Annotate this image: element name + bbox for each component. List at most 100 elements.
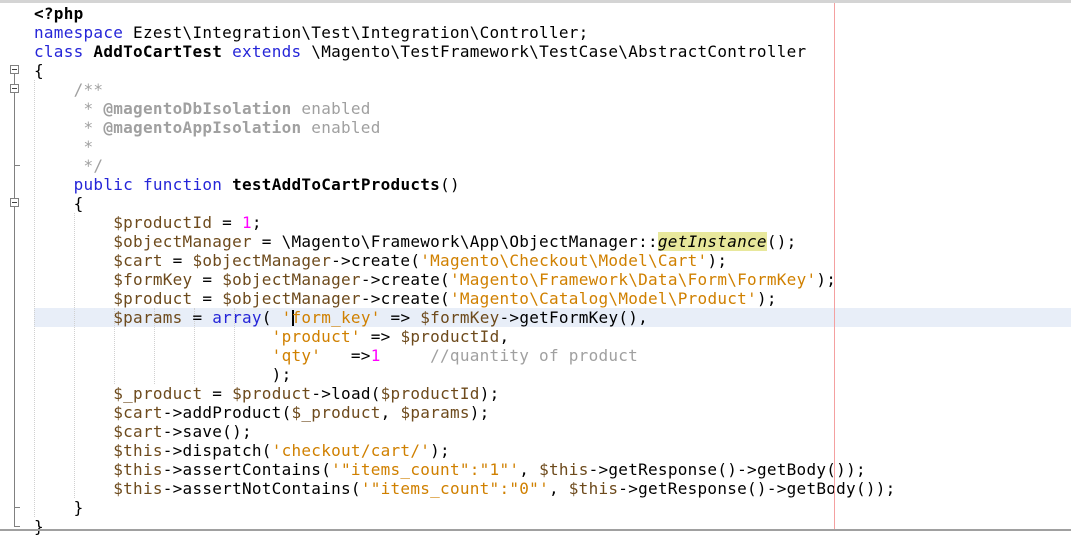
code-line[interactable]: */ [34, 156, 896, 175]
code-token-bold: testAddToCartProducts [232, 175, 441, 194]
code-token-txt: ->getResponse()->getBody()); [588, 460, 866, 479]
code-editor[interactable]: <?php namespace Ezest\Integration\Test\In… [34, 4, 896, 536]
code-line[interactable]: { [34, 61, 896, 80]
code-token-var: $productId [400, 327, 500, 346]
code-token-str: form_key' [291, 308, 381, 327]
code-token-str: '"items_count":"1"' [331, 460, 520, 479]
code-token-txt: \Magento\TestFramework\TestCase\Abstract… [301, 42, 807, 61]
fold-end-tick [14, 526, 20, 527]
code-token-kw: function [142, 175, 223, 194]
editor-top-border [0, 0, 1071, 3]
code-token-txt: ->assertNotContains( [162, 479, 361, 498]
code-token-txt: ( [261, 308, 282, 327]
code-token-var: $cart [113, 422, 163, 441]
code-token-kw: class [34, 42, 84, 61]
code-token-txt: ->create( [331, 251, 421, 270]
code-token-txt: ->getResponse()->getBody()); [618, 479, 896, 498]
code-token-txt: ); [707, 251, 728, 270]
code-token-var: $_product [113, 384, 203, 403]
code-line[interactable]: $params = array( 'form_key' => $formKey-… [34, 308, 896, 327]
code-token-var: $this [113, 441, 163, 460]
code-line[interactable]: $cart->addProduct($_product, $params); [34, 403, 896, 422]
code-token-var: $_product [291, 403, 381, 422]
code-line[interactable]: /** [34, 80, 896, 99]
code-token-var: $params [113, 308, 183, 327]
code-line[interactable]: $this->assertNotContains('"items_count":… [34, 479, 896, 498]
code-line[interactable]: $cart->save(); [34, 422, 896, 441]
code-line[interactable]: class AddToCartTest extends \Magento\Tes… [34, 42, 896, 61]
code-line[interactable]: 'qty' =>1 //quantity of product [34, 346, 896, 365]
code-line[interactable]: * @magentoDbIsolation enabled [34, 99, 896, 118]
code-token-var: $this [568, 479, 619, 498]
code-line[interactable]: namespace Ezest\Integration\Test\Integra… [34, 23, 896, 42]
code-line[interactable]: $product = $objectManager->create('Magen… [34, 289, 896, 308]
code-token-txt: ->load( [311, 384, 381, 403]
code-token-str: 'Magento\Checkout\Model\Cart' [420, 251, 708, 270]
code-line[interactable]: * @magentoAppIsolation enabled [34, 118, 896, 137]
code-line[interactable]: } [34, 498, 896, 517]
code-line[interactable]: $objectManager = \Magento\Framework\App\… [34, 232, 896, 251]
code-token-com: * [34, 118, 104, 137]
code-token-str: 'Magento\Catalog\Model\Product' [449, 289, 757, 308]
code-token-com: enabled [301, 118, 381, 137]
code-line[interactable]: $formKey = $objectManager->create('Magen… [34, 270, 896, 289]
code-token-txt: ); [479, 384, 500, 403]
code-token-var: $formKey [420, 308, 500, 327]
code-line[interactable]: <?php [34, 4, 896, 23]
code-token-txt: ->getFormKey(), [499, 308, 649, 327]
fold-collapse-icon[interactable] [10, 198, 19, 207]
code-token-var: $objectManager [113, 232, 252, 251]
code-token-txt: = [162, 251, 193, 270]
code-token-var: $cart [113, 403, 163, 422]
code-line[interactable]: ); [34, 365, 896, 384]
code-token-var: $objectManager [222, 270, 361, 289]
code-line[interactable]: 'product' => $productId, [34, 327, 896, 346]
code-token-txt: ->create( [360, 270, 450, 289]
code-token-txt: = [192, 289, 223, 308]
code-token-txt: , [548, 479, 569, 498]
code-token-str: 'Magento\Framework\Data\Form\FormKey' [449, 270, 817, 289]
code-token-txt: ); [34, 365, 292, 384]
code-line[interactable]: $_product = $product->load($productId); [34, 384, 896, 403]
code-token-txt: ); [430, 441, 450, 460]
code-token-com: * [34, 137, 94, 156]
code-token-txt: , [380, 403, 401, 422]
code-token-var: $product [113, 289, 193, 308]
code-line[interactable]: $this->dispatch('checkout/cart/'); [34, 441, 896, 460]
code-token-txt: = [182, 308, 213, 327]
code-token-var: $product [232, 384, 312, 403]
code-token-kw: array [212, 308, 262, 327]
code-line[interactable]: } [34, 517, 896, 536]
code-token-txt: { [34, 61, 44, 80]
code-token-txt: ->create( [360, 289, 450, 308]
code-token-txt: ); [469, 403, 490, 422]
code-token-txt: } [34, 498, 84, 517]
code-token-txt: => [360, 327, 401, 346]
code-token-txt: = [192, 270, 223, 289]
fold-collapse-icon[interactable] [10, 65, 19, 74]
code-line[interactable]: * [34, 137, 896, 156]
code-line[interactable]: $this->assertContains('"items_count":"1"… [34, 460, 896, 479]
code-token-com: enabled [291, 99, 371, 118]
code-token-txt: , [499, 327, 510, 346]
code-line[interactable]: { [34, 194, 896, 213]
code-line[interactable]: $cart = $objectManager->create('Magento\… [34, 251, 896, 270]
code-token-str: 'qty' [271, 346, 322, 365]
code-line[interactable]: public function testAddToCartProducts() [34, 175, 896, 194]
code-token-var: $objectManager [222, 289, 361, 308]
code-line[interactable]: $productId = 1; [34, 213, 896, 232]
code-token-kw: extends [232, 42, 302, 61]
code-token-var: $formKey [113, 270, 193, 289]
code-token-txt: => [321, 346, 371, 365]
fold-collapse-icon[interactable] [10, 84, 19, 93]
